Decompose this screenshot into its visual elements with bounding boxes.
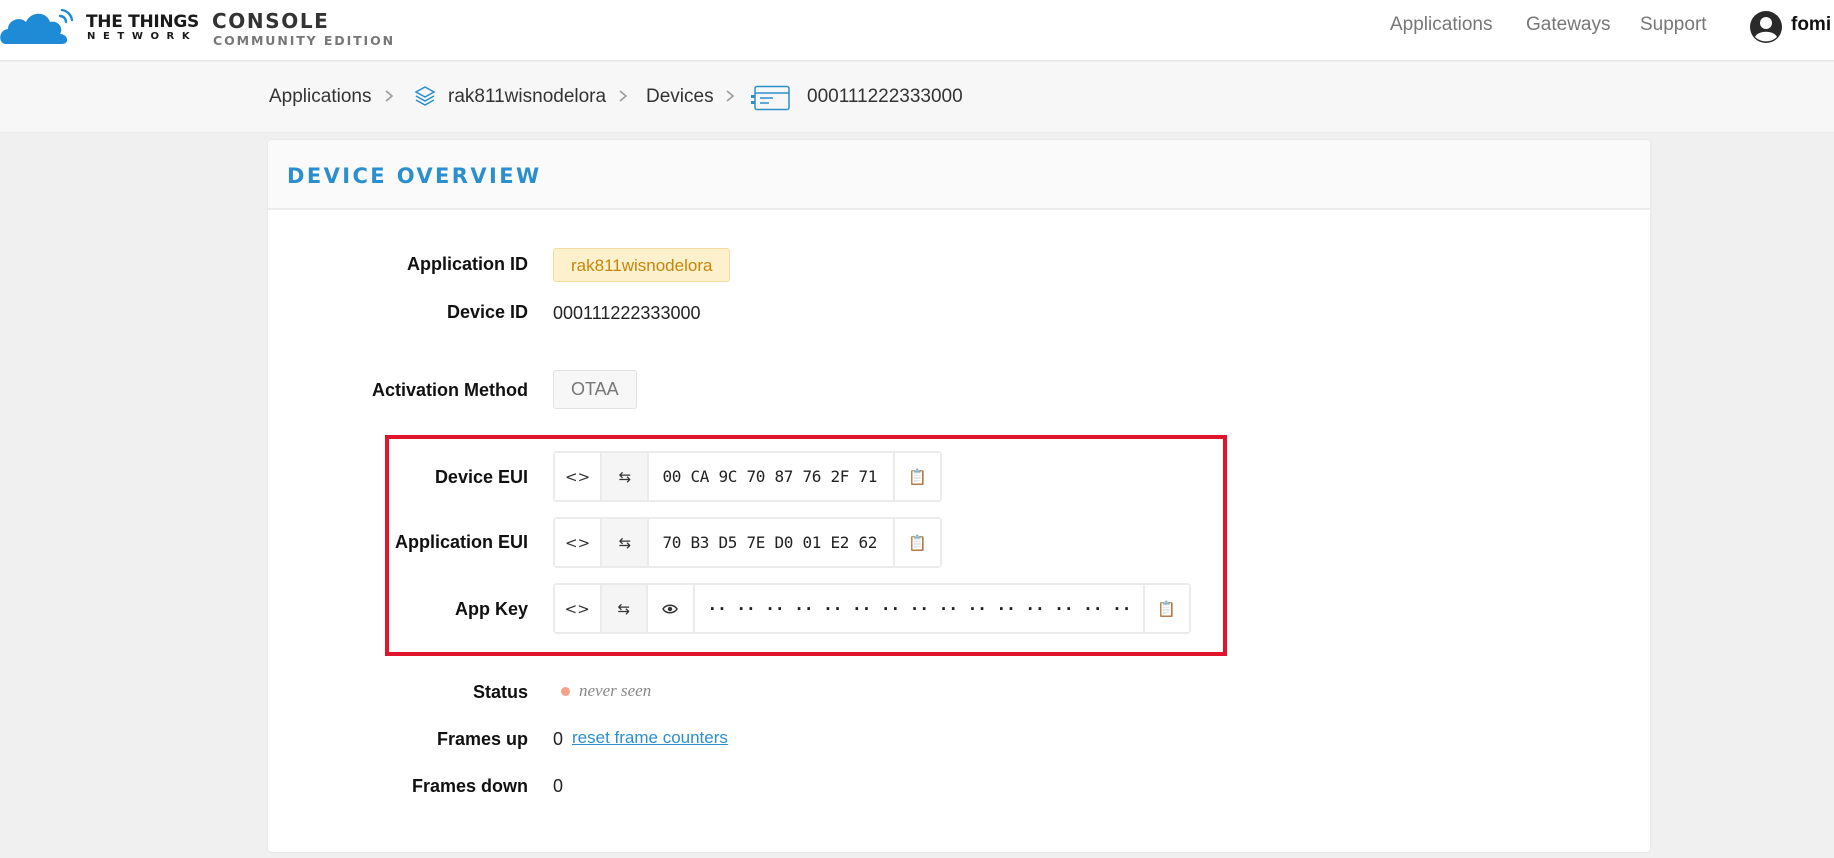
chevron-right-icon <box>726 90 735 102</box>
frames-up-label: Frames up <box>436 729 528 749</box>
application-eui-value[interactable]: 70 B3 D5 7E D0 01 E2 62 <box>649 519 892 566</box>
ttn-cloud-icon[interactable] <box>0 6 78 46</box>
breadcrumb: Applications rak811wisnodelora Devices 0… <box>0 62 1834 133</box>
breadcrumb-devices[interactable]: Devices <box>646 86 714 108</box>
app-key-label: App Key <box>454 599 528 619</box>
activation-method-badge: OTAA <box>553 370 637 409</box>
breadcrumb-device: 000111222333000 <box>807 86 963 107</box>
code-view-icon[interactable]: <> <box>555 585 602 632</box>
user-name[interactable]: fomi <box>1791 14 1831 36</box>
reset-frame-counters-link[interactable]: reset frame counters <box>572 728 728 748</box>
console-title: CONSOLE <box>212 9 330 33</box>
page-title: DEVICE OVERVIEW <box>287 164 542 188</box>
layers-icon <box>414 86 436 106</box>
nav-applications[interactable]: Applications <box>1390 14 1492 36</box>
frames-down-label: Frames down <box>411 776 528 796</box>
device-eui-label: Device EUI <box>434 467 528 487</box>
application-id-label: Application ID <box>407 254 528 274</box>
status-dot <box>561 687 570 696</box>
frames-up-value: 0 <box>553 729 564 749</box>
eye-icon[interactable] <box>648 585 695 632</box>
code-view-icon[interactable]: <> <box>555 519 603 566</box>
device-eui-field: <> ⇆ 00 CA 9C 70 87 76 2F 71 📋 <box>553 451 942 502</box>
device-icon <box>751 85 790 111</box>
copy-icon[interactable]: 📋 <box>892 453 941 500</box>
activation-method-label: Activation Method <box>372 380 528 400</box>
device-id-value: 000111222333000 <box>553 303 701 323</box>
brand-name: THE THINGS <box>86 12 199 32</box>
breadcrumb-application[interactable]: rak811wisnodelora <box>448 86 606 108</box>
user-avatar-icon[interactable] <box>1749 10 1783 44</box>
card-header: DEVICE OVERVIEW <box>268 140 1650 210</box>
console-edition: COMMUNITY EDITION <box>213 33 396 48</box>
swap-byte-order-icon[interactable]: ⇆ <box>602 519 650 566</box>
nav-support[interactable]: Support <box>1640 14 1707 36</box>
frames-down-value: 0 <box>553 776 564 796</box>
device-id-label: Device ID <box>446 302 528 322</box>
app-key-field: <> ⇆ ·· ·· ·· ·· ·· ·· ·· ·· ·· ·· ·· ··… <box>553 583 1191 634</box>
copy-icon[interactable]: 📋 <box>892 519 941 566</box>
swap-byte-order-icon[interactable]: ⇆ <box>601 585 648 632</box>
brand-subname: NETWORK <box>87 31 198 42</box>
application-id-badge[interactable]: rak811wisnodelora <box>553 248 731 282</box>
status-value: never seen <box>579 681 652 700</box>
status-label: Status <box>472 682 528 702</box>
breadcrumb-applications[interactable]: Applications <box>269 86 371 108</box>
nav-gateways[interactable]: Gateways <box>1526 14 1610 36</box>
chevron-right-icon <box>385 90 394 102</box>
app-key-value[interactable]: ·· ·· ·· ·· ·· ·· ·· ·· ·· ·· ·· ·· ·· ·… <box>695 585 1161 632</box>
code-view-icon[interactable]: <> <box>555 453 603 500</box>
swap-byte-order-icon[interactable]: ⇆ <box>602 453 650 500</box>
chevron-right-icon <box>619 90 628 102</box>
application-eui-label: Application EUI <box>394 532 528 552</box>
application-eui-field: <> ⇆ 70 B3 D5 7E D0 01 E2 62 📋 <box>553 517 942 568</box>
device-eui-value[interactable]: 00 CA 9C 70 87 76 2F 71 <box>649 453 892 500</box>
copy-icon[interactable]: 📋 <box>1142 585 1189 632</box>
top-navbar: THE THINGS NETWORK CONSOLE COMMUNITY EDI… <box>0 0 1834 61</box>
